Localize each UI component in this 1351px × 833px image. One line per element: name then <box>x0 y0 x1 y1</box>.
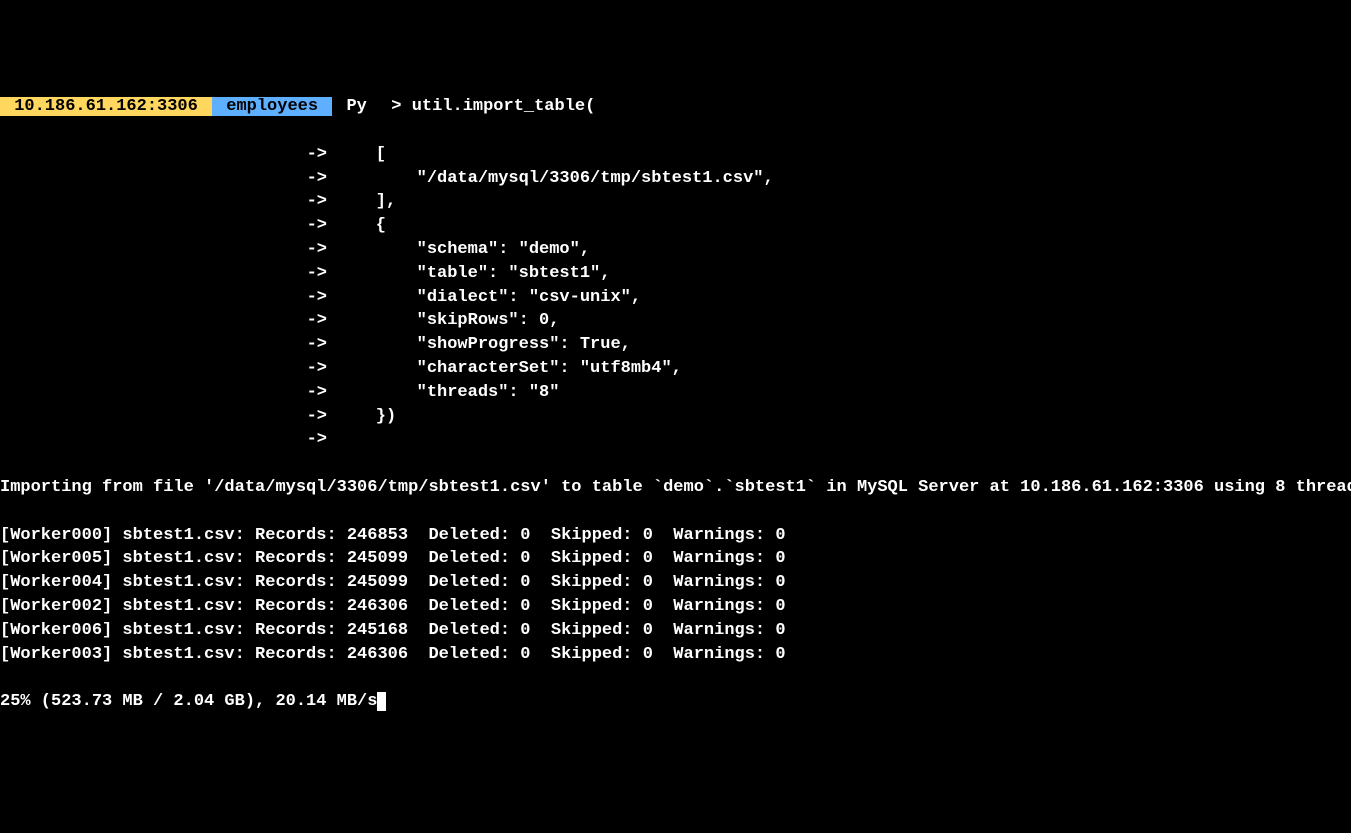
continuation-text: "skipRows": 0, <box>335 311 559 330</box>
continuation-line: -> "schema": "demo", <box>0 238 1351 262</box>
progress-text: 25% (523.73 MB / 2.04 GB), 20.14 MB/s <box>0 692 377 711</box>
continuation-line: -> { <box>0 214 1351 238</box>
continuation-line: -> [ <box>0 143 1351 167</box>
continuation-arrow: -> <box>307 288 327 307</box>
command-text: util.import_table( <box>412 97 596 116</box>
continuation-arrow: -> <box>307 264 327 283</box>
worker-line: [Worker002] sbtest1.csv: Records: 246306… <box>0 595 1351 619</box>
continuation-line: -> "/data/mysql/3306/tmp/sbtest1.csv", <box>0 167 1351 191</box>
continuation-block: -> [-> "/data/mysql/3306/tmp/sbtest1.csv… <box>0 143 1351 452</box>
continuation-line: -> "characterSet": "utf8mb4", <box>0 357 1351 381</box>
continuation-text: "/data/mysql/3306/tmp/sbtest1.csv", <box>335 169 774 188</box>
continuation-line: -> }) <box>0 405 1351 429</box>
continuation-arrow: -> <box>307 216 327 235</box>
continuation-arrow: -> <box>307 335 327 354</box>
continuation-arrow: -> <box>307 383 327 402</box>
continuation-text: "showProgress": True, <box>335 335 631 354</box>
workers-block: [Worker000] sbtest1.csv: Records: 246853… <box>0 524 1351 667</box>
continuation-text: ], <box>335 192 396 211</box>
cursor <box>377 692 386 711</box>
continuation-text: "schema": "demo", <box>335 240 590 259</box>
continuation-arrow: -> <box>307 145 327 164</box>
continuation-line: -> "showProgress": True, <box>0 333 1351 357</box>
continuation-line: -> "dialect": "csv-unix", <box>0 286 1351 310</box>
continuation-arrow: -> <box>307 240 327 259</box>
worker-line: [Worker003] sbtest1.csv: Records: 246306… <box>0 643 1351 667</box>
worker-line: [Worker005] sbtest1.csv: Records: 245099… <box>0 547 1351 571</box>
worker-line: [Worker000] sbtest1.csv: Records: 246853… <box>0 524 1351 548</box>
continuation-arrow: -> <box>307 407 327 426</box>
continuation-text: "characterSet": "utf8mb4", <box>335 359 682 378</box>
continuation-line: -> "threads": "8" <box>0 381 1351 405</box>
continuation-text: }) <box>335 407 396 426</box>
continuation-line: -> "skipRows": 0, <box>0 309 1351 333</box>
worker-line: [Worker004] sbtest1.csv: Records: 245099… <box>0 571 1351 595</box>
continuation-line: -> "table": "sbtest1", <box>0 262 1351 286</box>
prompt-symbol: > <box>391 97 401 116</box>
continuation-arrow: -> <box>307 311 327 330</box>
continuation-text: "threads": "8" <box>335 383 559 402</box>
language-badge: Py <box>332 97 381 116</box>
host-badge: 10.186.61.162:3306 <box>0 97 212 116</box>
database-badge: employees <box>212 97 332 116</box>
continuation-arrow: -> <box>307 430 327 449</box>
continuation-text: { <box>335 216 386 235</box>
worker-line: [Worker006] sbtest1.csv: Records: 245168… <box>0 619 1351 643</box>
continuation-text: [ <box>335 145 386 164</box>
continuation-line: -> <box>0 428 1351 452</box>
continuation-text: "dialect": "csv-unix", <box>335 288 641 307</box>
import-status-line: Importing from file '/data/mysql/3306/tm… <box>0 476 1351 500</box>
continuation-line: -> ], <box>0 190 1351 214</box>
continuation-text: "table": "sbtest1", <box>335 264 610 283</box>
continuation-arrow: -> <box>307 192 327 211</box>
prompt-line[interactable]: 10.186.61.162:3306 employees Py > util.i… <box>0 95 1351 119</box>
continuation-arrow: -> <box>307 169 327 188</box>
progress-line: 25% (523.73 MB / 2.04 GB), 20.14 MB/s <box>0 690 1351 714</box>
continuation-arrow: -> <box>307 359 327 378</box>
